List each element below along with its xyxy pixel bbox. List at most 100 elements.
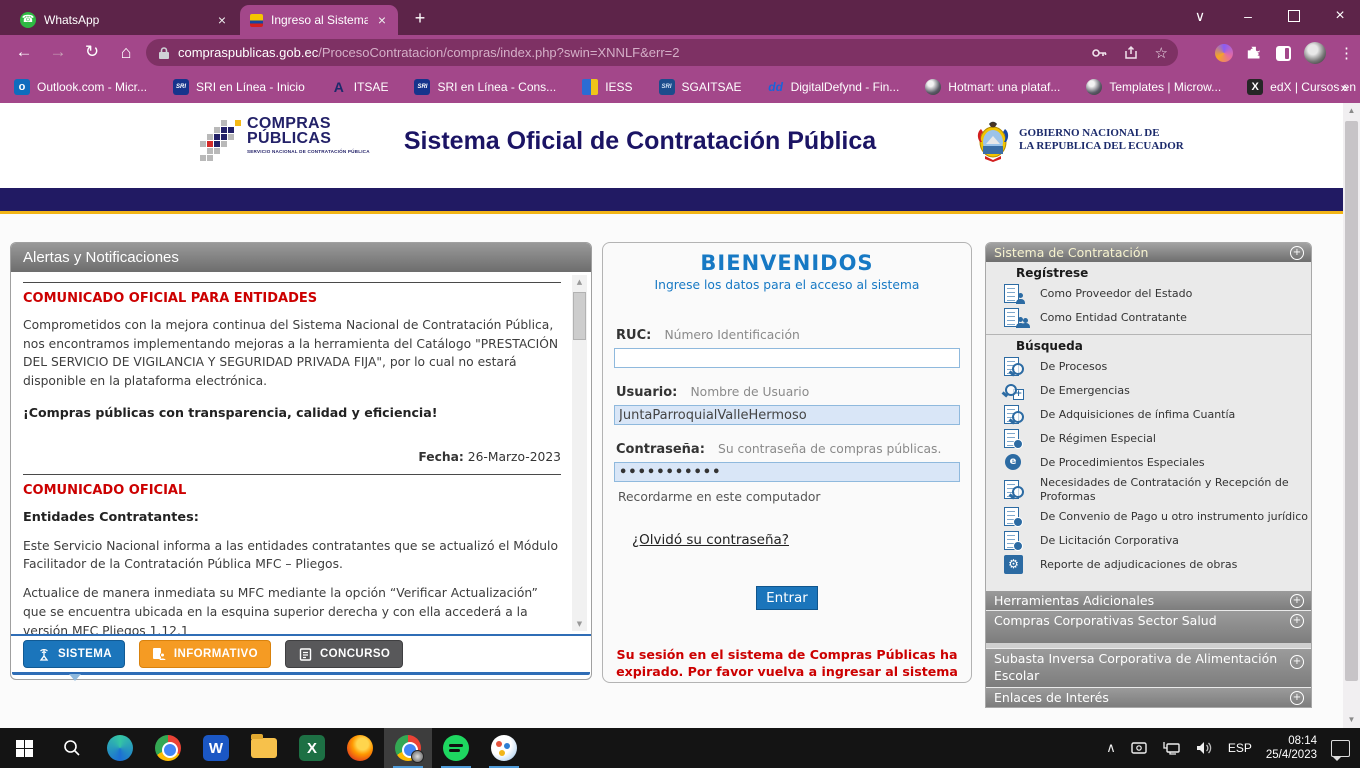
tab-search-icon[interactable]: ∨ [1178,0,1222,32]
menu-item-infima-cuantia[interactable]: De Adquisiciones de ínfima Cuantía [986,403,1311,427]
taskbar-word[interactable]: W [192,728,240,768]
site-header: COMPRASPÚBLICAS SERVICIO NACIONAL DE CON… [0,103,1343,188]
close-tab-icon[interactable]: × [376,12,388,28]
globe-icon: e [1002,452,1026,474]
expand-plus-icon[interactable]: + [1290,691,1304,705]
tab-sistema[interactable]: SISTEMA [23,640,125,668]
menu-item-procesos[interactable]: De Procesos [986,355,1311,379]
tab-whatsapp[interactable]: ☎ WhatsApp × [10,5,238,35]
menu-item-regimen-especial[interactable]: De Régimen Especial [986,427,1311,451]
password-key-icon[interactable] [1091,45,1107,61]
accordion-group: Herramientas Adicionales + Compras Corpo… [986,591,1311,707]
bookmark-digitaldefynd[interactable]: ddDigitalDefynd - Fin... [768,79,900,95]
bookmark-star-icon[interactable]: ☆ [1155,44,1168,62]
back-button[interactable]: ← [10,38,38,66]
sidebar-header[interactable]: Sistema de Contratación + [986,243,1311,262]
bookmark-label: IESS [605,80,632,94]
ruc-hint: Número Identificación [664,328,799,342]
expand-plus-icon[interactable]: + [1290,594,1304,608]
home-button[interactable]: ⌂ [112,38,140,66]
bookmark-sgaitsae[interactable]: SRISGAITSAE [659,79,742,95]
password-label-row: Contraseña: Su contraseña de compras púb… [614,442,960,457]
tab-concurso[interactable]: CONCURSO [285,640,403,668]
remember-me-label[interactable]: Recordarme en este computador [614,490,960,504]
menu-item-necesidades[interactable]: Necesidades de Contratación y Recepción … [986,475,1311,505]
address-bar[interactable]: compraspublicas.gob.ec/ProcesoContrataci… [146,39,1178,66]
reload-button[interactable]: ↻ [78,38,106,66]
accordion-subasta-alimentacion[interactable]: Subasta Inversa Corporativa de Alimentac… [986,649,1311,687]
whatsapp-icon: ☎ [20,12,36,28]
expand-plus-icon[interactable]: + [1290,614,1304,628]
scrollbar-thumb[interactable] [573,292,586,340]
forgot-password-link[interactable]: ¿Olvidó su contraseña? [632,532,789,548]
bookmark-itsae[interactable]: AITSAE [331,79,389,95]
taskbar-edge[interactable] [96,728,144,768]
menu-item-emergencias[interactable]: + De Emergencias [986,379,1311,403]
notifications-icon[interactable] [1331,740,1350,757]
network-icon[interactable] [1162,740,1181,756]
page-scrollbar[interactable]: ▲ ▼ [1343,103,1360,728]
login-button[interactable]: Entrar [756,586,818,610]
weather-extension-icon[interactable] [1215,44,1233,62]
side-panel-icon[interactable] [1276,46,1291,61]
gov-text-line1: GOBIERNO NACIONAL DE [1019,127,1184,140]
taskbar-excel[interactable]: X [288,728,336,768]
scroll-up-icon[interactable]: ▲ [1343,103,1360,119]
start-button[interactable] [0,728,48,768]
volume-icon[interactable] [1195,740,1214,756]
close-tab-icon[interactable]: × [216,12,228,28]
taskbar-search-button[interactable] [48,728,96,768]
menu-label: Necesidades de Contratación y Recepción … [1040,476,1311,504]
browser-menu-icon[interactable]: ⋮ [1339,44,1354,62]
alerts-scrollbar[interactable]: ▲ ▼ [572,275,587,631]
restore-button[interactable] [1272,0,1316,32]
username-input[interactable] [614,405,960,425]
screen: ☎ WhatsApp × Ingreso al Sistema - Compra… [0,0,1360,768]
taskbar-firefox[interactable] [336,728,384,768]
bookmark-templates[interactable]: Templates | Microw... [1086,79,1221,95]
expand-plus-icon[interactable]: + [1290,655,1304,669]
chrome-icon [155,735,181,761]
bookmark-hotmart[interactable]: Hotmart: una plataf... [925,79,1060,95]
bookmark-sri-inicio[interactable]: SRISRI en Línea - Inicio [173,79,305,95]
forward-button[interactable]: → [44,38,72,66]
taskbar-chrome[interactable] [144,728,192,768]
tab-informativo[interactable]: INFORMATIVO [139,640,271,668]
scroll-up-icon[interactable]: ▲ [572,275,587,289]
menu-item-entidad[interactable]: Como Entidad Contratante [986,306,1311,330]
menu-item-procedimientos-especiales[interactable]: e De Procedimientos Especiales [986,451,1311,475]
taskbar-chrome-active[interactable] [384,728,432,768]
taskbar-paint[interactable] [480,728,528,768]
tray-expand-icon[interactable]: ∧ [1106,740,1116,756]
menu-item-licitacion[interactable]: De Licitación Corporativa [986,529,1311,553]
ruc-input[interactable] [614,348,960,368]
accordion-enlaces[interactable]: Enlaces de Interés + [986,688,1311,707]
expand-plus-icon[interactable]: + [1290,246,1304,260]
system-tray: ∧ ESP 08:1425/4/2023 [1106,728,1360,768]
bookmarks-overflow-icon[interactable]: » [1340,79,1348,95]
bookmark-outlook[interactable]: oOutlook.com - Micr... [14,79,147,95]
close-window-button[interactable]: × [1318,0,1360,32]
menu-item-proveedor[interactable]: Como Proveedor del Estado [986,282,1311,306]
clock[interactable]: 08:1425/4/2023 [1266,734,1317,762]
accordion-herramientas[interactable]: Herramientas Adicionales + [986,591,1311,610]
profile-avatar[interactable] [1304,42,1326,64]
taskbar-spotify[interactable] [432,728,480,768]
new-tab-button[interactable]: + [408,8,432,29]
scrollbar-thumb[interactable] [1345,121,1358,681]
tab-compras-publicas[interactable]: Ingreso al Sistema - Compras Públ × [240,5,398,35]
taskbar-file-explorer[interactable] [240,728,288,768]
cast-icon[interactable] [1130,740,1148,756]
bookmark-sri-consultas[interactable]: SRISRI en Línea - Cons... [414,79,556,95]
extensions-puzzle-icon[interactable] [1246,45,1263,62]
share-icon[interactable] [1123,45,1139,61]
minimize-button[interactable]: – [1226,0,1270,32]
scroll-down-icon[interactable]: ▼ [1343,712,1360,728]
bookmark-iess[interactable]: IESS [582,79,632,95]
accordion-sector-salud[interactable]: Compras Corporativas Sector Salud + [986,611,1311,643]
menu-item-reporte-obras[interactable]: ⚙ Reporte de adjudicaciones de obras [986,553,1311,577]
password-input[interactable] [614,462,960,482]
language-indicator[interactable]: ESP [1228,741,1252,755]
scroll-down-icon[interactable]: ▼ [572,617,587,631]
menu-item-convenio-pago[interactable]: De Convenio de Pago u otro instrumento j… [986,505,1311,529]
